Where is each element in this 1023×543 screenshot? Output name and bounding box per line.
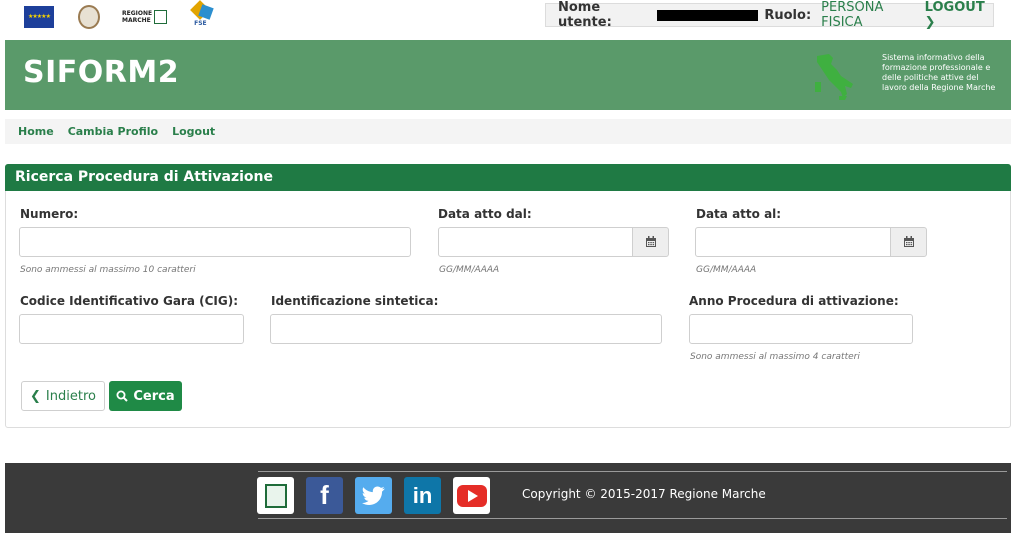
youtube-icon[interactable] bbox=[453, 477, 490, 514]
anno-hint: Sono ammessi al massimo 4 caratteri bbox=[690, 352, 860, 362]
app-title: SIFORM2 bbox=[23, 55, 180, 90]
app-banner: SIFORM2 Sistema informativo della formaz… bbox=[5, 40, 1011, 110]
user-info-box: Nome utente: Ruolo: PERSONA FISICA LOGOU… bbox=[545, 0, 994, 30]
identificazione-label: Identificazione sintetica: bbox=[271, 294, 439, 308]
data-dal-input[interactable] bbox=[438, 227, 633, 257]
data-al-input[interactable] bbox=[695, 227, 891, 257]
calendar-icon bbox=[645, 236, 656, 247]
anno-label: Anno Procedura di attivazione: bbox=[689, 294, 899, 308]
calendar-al-button[interactable] bbox=[890, 227, 927, 257]
copyright-text: Copyright © 2015-2017 Regione Marche bbox=[522, 487, 766, 501]
italy-map-icon bbox=[815, 54, 853, 100]
calendar-icon bbox=[903, 236, 914, 247]
username-label: Nome utente: bbox=[558, 0, 612, 30]
fse-logo: FSE bbox=[190, 0, 215, 31]
regione-marche-logo: REGIONE MARCHE bbox=[122, 10, 168, 24]
nav-change-profile-link[interactable]: Cambia Profilo bbox=[68, 125, 158, 138]
data-al-hint: GG/MM/AAAA bbox=[696, 265, 757, 275]
page-footer: f in Copyright © 2015-2017 Regione March… bbox=[5, 463, 1011, 533]
role-label: Ruolo: bbox=[764, 7, 812, 23]
italian-republic-emblem-logo bbox=[78, 5, 100, 29]
data-dal-hint: GG/MM/AAAA bbox=[439, 265, 500, 275]
numero-hint: Sono ammessi al massimo 10 caratteri bbox=[20, 265, 196, 275]
search-button[interactable]: Cerca bbox=[109, 381, 182, 411]
data-dal-label: Data atto dal: bbox=[438, 207, 532, 221]
calendar-dal-button[interactable] bbox=[632, 227, 669, 257]
search-icon bbox=[116, 390, 129, 402]
anno-input[interactable] bbox=[689, 314, 913, 344]
footer-divider-bottom bbox=[258, 518, 1007, 519]
logout-link[interactable]: LOGOUT ❯ bbox=[925, 0, 993, 30]
cig-input[interactable] bbox=[19, 314, 244, 344]
panel-title: Ricerca Procedura di Attivazione bbox=[5, 164, 1011, 191]
footer-divider-top bbox=[258, 471, 1007, 472]
numero-label: Numero: bbox=[20, 207, 79, 221]
partner-logos: ★★★★★ REGIONE MARCHE FSE bbox=[24, 0, 215, 31]
numero-input[interactable] bbox=[19, 227, 411, 257]
nav-home-link[interactable]: Home bbox=[18, 125, 54, 138]
back-button[interactable]: ❮ Indietro bbox=[21, 381, 105, 411]
chevron-left-icon: ❮ bbox=[30, 388, 41, 404]
username-redacted bbox=[656, 9, 759, 21]
identificazione-input[interactable] bbox=[270, 314, 662, 344]
facebook-icon[interactable]: f bbox=[306, 477, 343, 514]
top-bar: ★★★★★ REGIONE MARCHE FSE Nome utente: Ruo… bbox=[0, 0, 1023, 36]
role-value[interactable]: PERSONA FISICA bbox=[821, 0, 919, 30]
banner-description: Sistema informativo della formazione pro… bbox=[882, 53, 996, 92]
data-al-label: Data atto al: bbox=[696, 207, 782, 221]
regione-marche-icon[interactable] bbox=[257, 477, 294, 514]
twitter-icon[interactable] bbox=[355, 477, 392, 514]
nav-bar: Home Cambia Profilo Logout bbox=[5, 119, 1011, 144]
linkedin-icon[interactable]: in bbox=[404, 477, 441, 514]
eu-flag-logo: ★★★★★ bbox=[24, 6, 54, 28]
chevron-right-icon: ❯ bbox=[924, 15, 936, 30]
nav-logout-link[interactable]: Logout bbox=[172, 125, 215, 138]
cig-label: Codice Identificativo Gara (CIG): bbox=[20, 294, 238, 308]
